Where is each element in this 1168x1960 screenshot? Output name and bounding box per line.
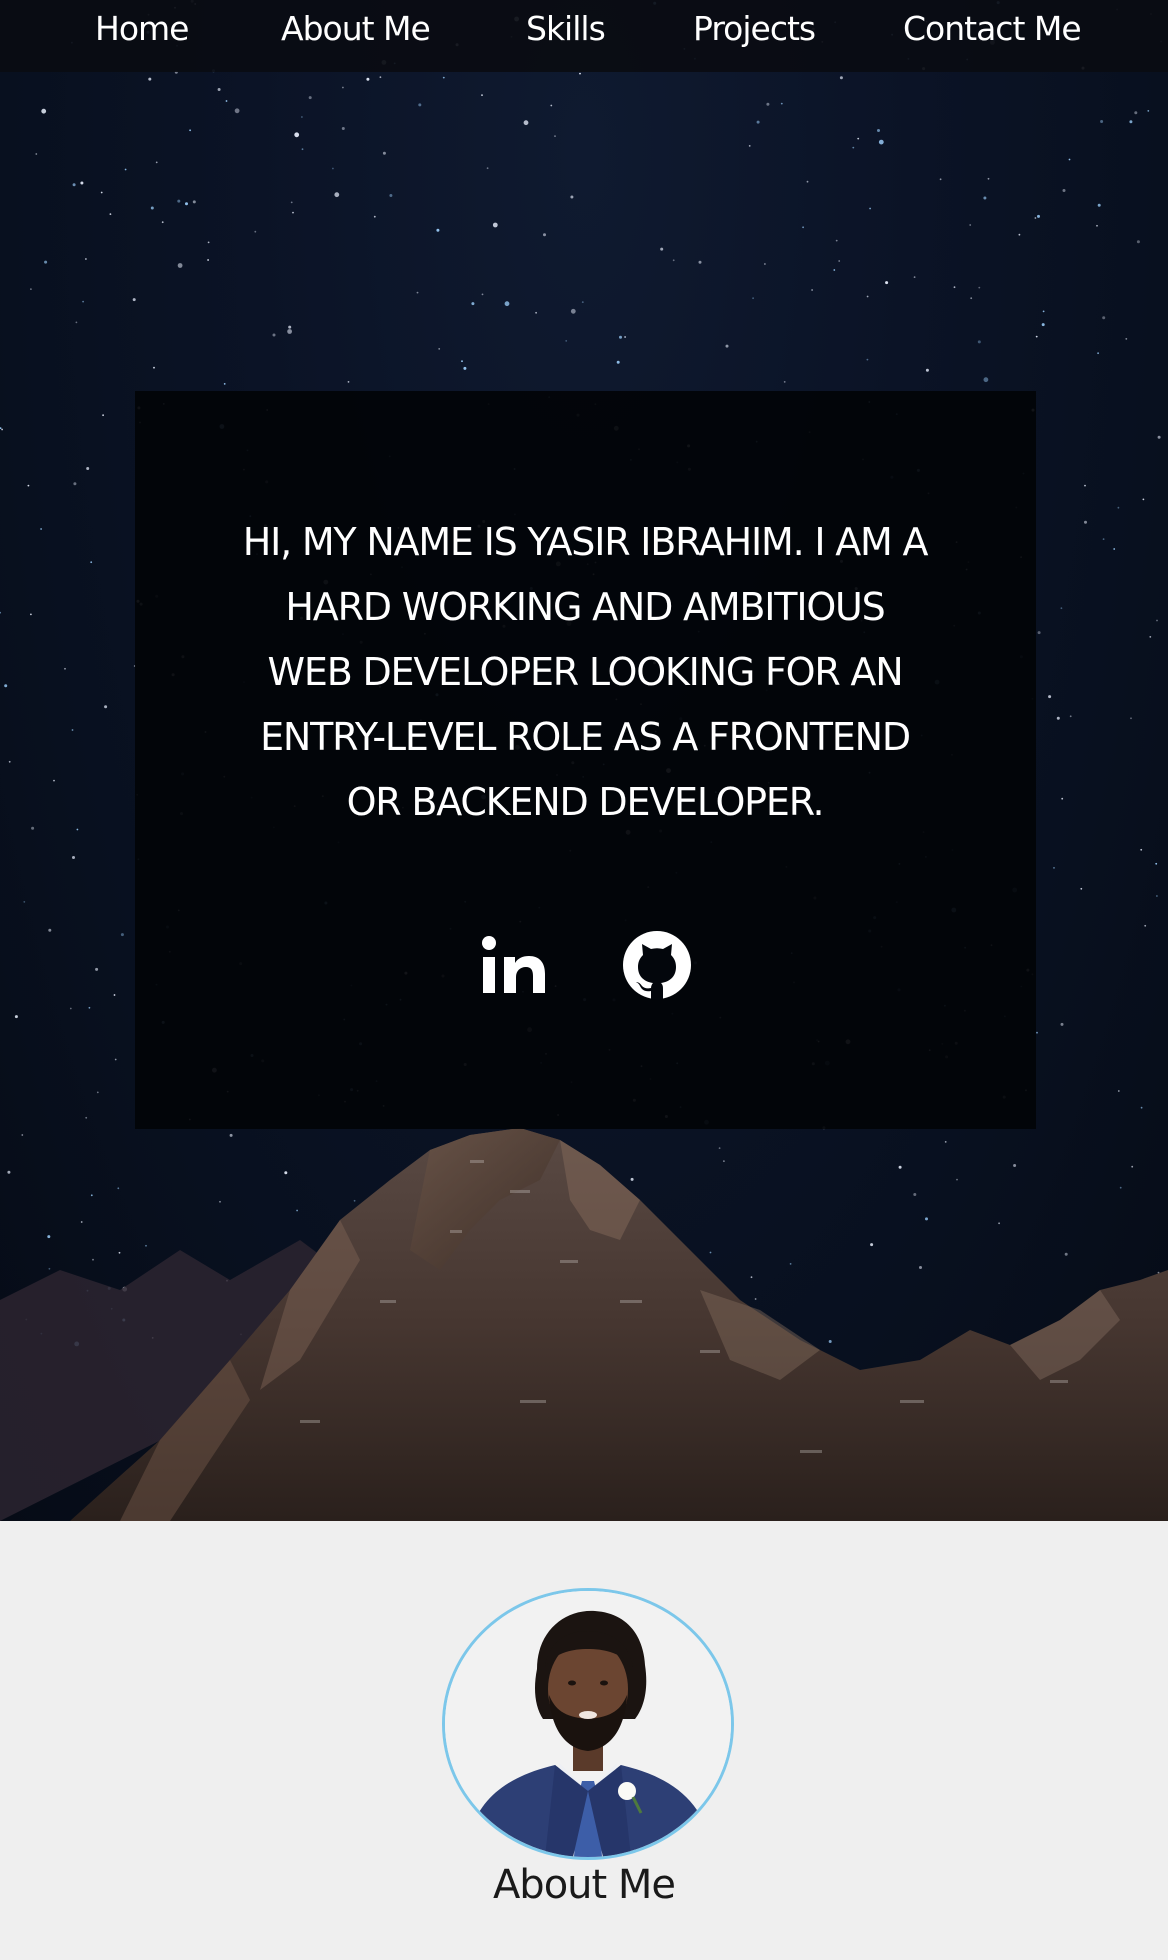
nav-home[interactable]: Home — [95, 0, 189, 58]
about-me-heading: About Me — [492, 1862, 676, 1908]
linkedin-icon — [482, 936, 545, 993]
github-link[interactable] — [621, 929, 693, 1001]
nav-skills[interactable]: Skills — [526, 0, 606, 58]
avatar-illustration — [445, 1591, 731, 1857]
page: Home About Me Skills Projects Contact Me… — [0, 0, 1168, 1960]
intro-text: HI, MY NAME IS YASIR IBRAHIM. I AM A HAR… — [242, 520, 929, 824]
nav-projects[interactable]: Projects — [693, 0, 816, 58]
nav-about-me[interactable]: About Me — [281, 0, 431, 58]
top-nav: Home About Me Skills Projects Contact Me — [0, 0, 1168, 72]
github-icon — [623, 931, 691, 1000]
nav-contact-me[interactable]: Contact Me — [903, 0, 1082, 58]
linkedin-link[interactable] — [478, 929, 550, 1001]
profile-photo — [442, 1588, 734, 1860]
